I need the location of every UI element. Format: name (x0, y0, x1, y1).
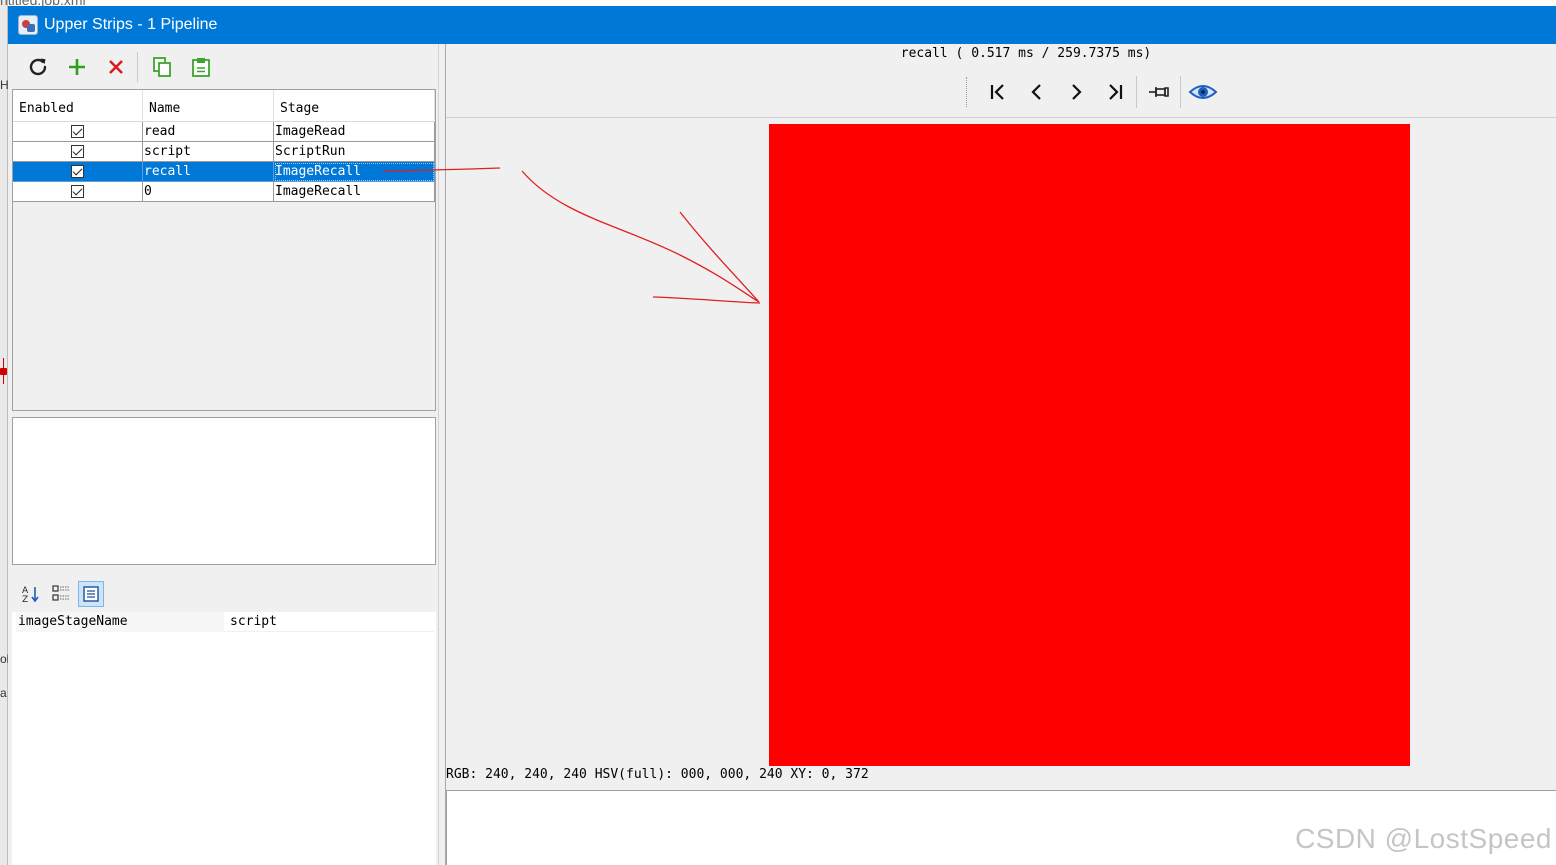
toolbar-grip[interactable] (966, 77, 970, 107)
prev-frame-icon (1030, 84, 1041, 100)
categorized-button[interactable] (48, 581, 74, 607)
left-panel: Enabled Name Stage read ImageRead script… (8, 44, 444, 865)
property-key: imageStageName (16, 612, 224, 632)
toolbar-separator (1136, 76, 1137, 108)
table-row-selected[interactable]: recall ImageRecall (13, 162, 435, 182)
column-header-name[interactable]: Name (143, 90, 274, 122)
refresh-icon (29, 58, 46, 76)
next-frame-icon (1071, 84, 1082, 100)
column-header-enabled[interactable]: Enabled (13, 90, 143, 122)
last-frame-icon (1108, 84, 1122, 100)
table-row[interactable]: script ScriptRun (13, 142, 435, 162)
table-row[interactable]: read ImageRead (13, 122, 435, 142)
viewer-stage-title: recall ( 0.517 ms / 259.7375 ms) (900, 46, 1152, 61)
property-pages-icon (83, 586, 99, 602)
next-frame-button[interactable] (1056, 75, 1095, 109)
app-icon (18, 15, 38, 35)
toolbar-separator (137, 52, 138, 82)
pipeline-table: Enabled Name Stage read ImageRead script… (12, 89, 436, 411)
stage-cell: ImageRead (274, 122, 435, 142)
watermark: CSDN @LostSpeed (1295, 823, 1552, 854)
pipeline-toolbar (18, 49, 220, 85)
property-value[interactable]: script (224, 612, 434, 632)
refresh-button[interactable] (18, 50, 57, 84)
add-icon (68, 59, 85, 75)
background-red-marker (0, 358, 7, 384)
eye-icon (1188, 85, 1217, 99)
paste-icon (191, 58, 210, 77)
recalled-image[interactable] (769, 124, 1410, 766)
enabled-cell (13, 162, 143, 182)
sort-alphabetical-button[interactable]: A Z (18, 581, 44, 607)
column-header-stage[interactable]: Stage (274, 90, 435, 122)
background-window-edge (0, 0, 8, 865)
enabled-checkbox[interactable] (71, 125, 84, 138)
delete-stage-button[interactable] (96, 50, 135, 84)
stage-cell: ScriptRun (274, 142, 435, 162)
categorized-icon (52, 585, 69, 601)
name-cell: recall (143, 162, 274, 182)
pin-button[interactable] (1139, 75, 1178, 109)
copy-icon (152, 57, 171, 77)
svg-text:Z: Z (22, 595, 28, 604)
viewer-toolbar (966, 74, 1222, 110)
enabled-cell (13, 122, 143, 142)
enabled-checkbox[interactable] (71, 145, 84, 158)
window-title: Upper Strips - 1 Pipeline (44, 16, 218, 33)
enabled-cell (13, 142, 143, 162)
pipeline-window: Upper Strips - 1 Pipeline Enabled Name S… (8, 6, 1556, 865)
toolbar-separator (1180, 76, 1181, 108)
enabled-checkbox[interactable] (71, 165, 84, 178)
table-row[interactable]: 0 ImageRecall (13, 182, 435, 202)
name-cell: 0 (143, 182, 274, 202)
panel-splitter[interactable] (438, 44, 446, 865)
first-frame-button[interactable] (978, 75, 1017, 109)
enabled-checkbox[interactable] (71, 185, 84, 198)
background-edge-mark: a (0, 686, 7, 700)
view-toggle-button[interactable] (1183, 75, 1222, 109)
property-toolbar: A Z (18, 581, 104, 607)
first-frame-icon (990, 84, 1004, 100)
enabled-cell (13, 182, 143, 202)
prev-frame-button[interactable] (1017, 75, 1056, 109)
paste-button[interactable] (181, 50, 220, 84)
copy-button[interactable] (142, 50, 181, 84)
property-row[interactable]: imageStageName script (16, 612, 434, 632)
add-stage-button[interactable] (57, 50, 96, 84)
property-pages-button[interactable] (78, 581, 104, 607)
property-grid: imageStageName script (12, 612, 436, 865)
sort-alpha-icon: A Z (22, 586, 39, 604)
last-frame-button[interactable] (1095, 75, 1134, 109)
image-canvas[interactable] (446, 117, 1556, 766)
name-cell: read (143, 122, 274, 142)
log-output-box[interactable]: CSDN @LostSpeed (446, 790, 1556, 865)
pixel-status-readout: RGB: 240, 240, 240 HSV(full): 000, 000, … (446, 767, 869, 782)
pin-icon (1148, 87, 1169, 97)
name-cell: script (143, 142, 274, 162)
window-titlebar[interactable]: Upper Strips - 1 Pipeline (8, 6, 1556, 44)
stage-cell: ImageRecall (274, 182, 435, 202)
delete-icon (108, 60, 123, 74)
image-viewer-panel: recall ( 0.517 ms / 259.7375 ms) RGB: 24… (446, 44, 1556, 865)
stage-cell: ImageRecall (274, 162, 435, 182)
table-header: Enabled Name Stage (13, 90, 435, 122)
stage-description-box[interactable] (12, 417, 436, 565)
